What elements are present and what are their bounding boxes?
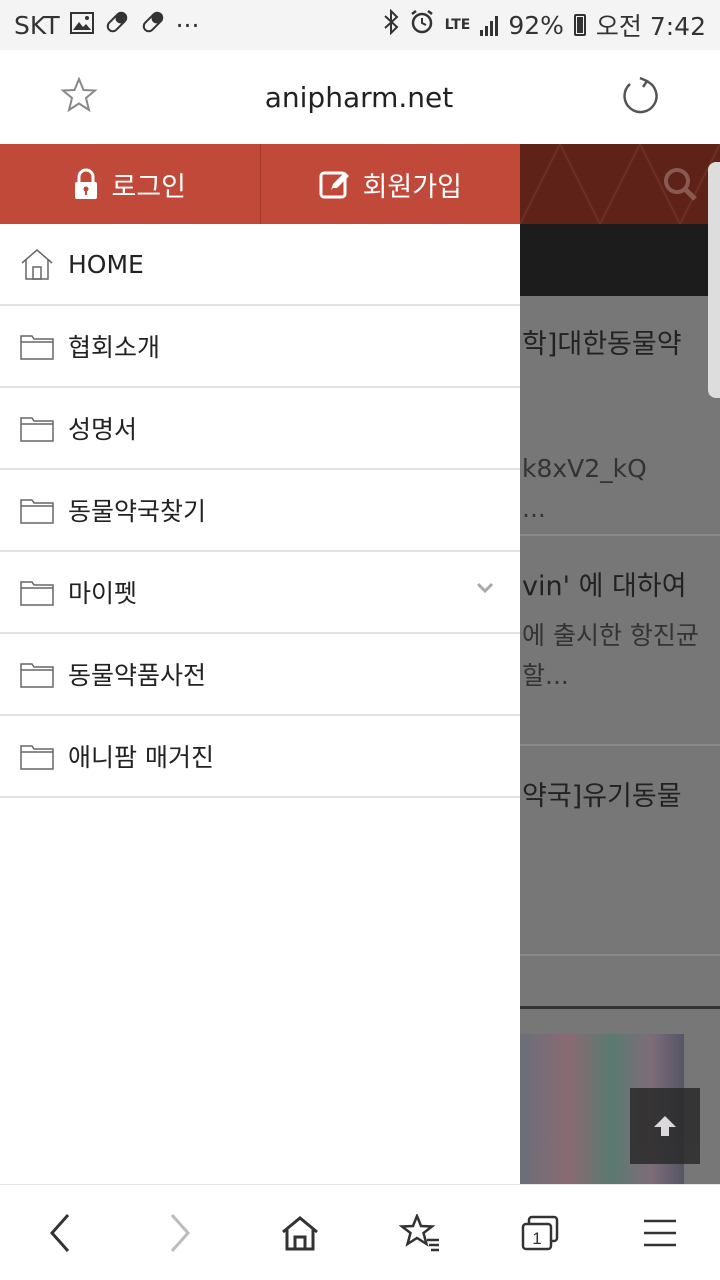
address-bar: anipharm.net — [0, 50, 720, 144]
carrier-label: SKT — [14, 10, 60, 40]
browser-toolbar: 1 — [0, 1184, 720, 1280]
folder-icon — [20, 335, 54, 360]
divider — [520, 744, 720, 746]
login-label: 로그인 — [111, 171, 187, 203]
menu-label: HOME — [68, 249, 144, 279]
home-icon — [282, 1215, 318, 1250]
menu-item-about[interactable]: 협회소개 — [0, 306, 520, 388]
reload-icon[interactable] — [620, 75, 660, 119]
lock-icon — [75, 168, 98, 199]
bookmark-star-icon[interactable] — [60, 76, 98, 117]
signal-icon — [480, 14, 499, 36]
home-button[interactable] — [265, 1198, 335, 1268]
more-notifications: ··· — [175, 10, 200, 40]
gallery-icon — [69, 11, 94, 40]
scroll-to-top-button[interactable] — [630, 1088, 700, 1164]
menu-label: 마이펫 — [68, 579, 138, 608]
folder-icon — [20, 499, 54, 524]
pill-icon — [104, 10, 130, 40]
article-snippet: 할... — [522, 661, 569, 690]
status-bar: SKT ··· LTE 92% 오전 7:42 — [0, 0, 720, 50]
folder-icon — [20, 417, 54, 442]
chevron-down-icon[interactable] — [476, 582, 494, 594]
clock: 오전 7:42 — [595, 12, 706, 41]
side-drawer: 로그인 회원가입 HOME 협회소개 성명서 동물약국찾기 마이펫 동물약품사전… — [0, 144, 520, 1184]
tabs-icon: 1 — [521, 1215, 559, 1250]
signup-button[interactable]: 회원가입 — [259, 144, 521, 224]
status-right: LTE 92% 오전 7:42 — [383, 7, 706, 43]
menu-item-home[interactable]: HOME — [0, 224, 520, 306]
menu-item-find-pharmacy[interactable]: 동물약국찾기 — [0, 470, 520, 552]
arrow-up-icon — [654, 1116, 676, 1136]
pill-icon — [140, 10, 166, 40]
login-button[interactable]: 로그인 — [0, 144, 260, 224]
article-snippet: k8xV2_kQ — [522, 454, 647, 483]
battery-icon — [573, 14, 586, 36]
battery-percent: 92% — [508, 10, 564, 40]
home-icon — [21, 249, 53, 280]
article-title[interactable]: 약국]유기동물 — [522, 774, 682, 813]
menu-item-statements[interactable]: 성명서 — [0, 388, 520, 470]
status-left: SKT ··· — [14, 10, 199, 40]
article-title[interactable]: 학]대한동물약 — [522, 322, 682, 361]
menu-item-mypet[interactable]: 마이펫 — [0, 552, 520, 634]
divider — [520, 954, 720, 956]
bluetooth-icon — [383, 8, 399, 41]
chevron-left-icon — [49, 1213, 70, 1252]
menu-label: 성명서 — [68, 415, 138, 444]
menu-button[interactable] — [625, 1198, 695, 1268]
signup-label: 회원가입 — [362, 171, 462, 203]
edit-icon — [319, 171, 349, 199]
menu-label: 협회소개 — [68, 333, 161, 362]
network-type: LTE — [444, 17, 471, 33]
alarm-icon — [409, 9, 435, 41]
divider — [520, 1006, 720, 1009]
folder-icon — [20, 745, 54, 770]
drawer-header: 로그인 회원가입 — [0, 144, 520, 224]
menu-label: 동물약품사전 — [68, 661, 207, 690]
divider — [520, 534, 720, 536]
menu-label: 동물약국찾기 — [68, 497, 207, 526]
bookmark-list-icon — [399, 1213, 439, 1251]
hamburger-icon — [644, 1219, 676, 1246]
menu-item-magazine[interactable]: 애니팜 매거진 — [0, 716, 520, 798]
chevron-right-icon — [170, 1213, 191, 1252]
folder-icon — [20, 581, 54, 606]
tabs-button[interactable]: 1 — [505, 1198, 575, 1268]
bookmarks-button[interactable] — [385, 1198, 455, 1268]
article-snippet: 에 출시한 항진균 — [522, 621, 699, 650]
folder-icon — [20, 663, 54, 688]
url-field[interactable]: anipharm.net — [265, 81, 454, 114]
article-title[interactable]: vin' 에 대하여 — [522, 564, 687, 603]
search-icon[interactable] — [660, 164, 700, 204]
article-snippet: ... — [522, 494, 546, 523]
scroll-tab[interactable] — [708, 162, 720, 398]
back-button[interactable] — [25, 1198, 95, 1268]
menu-label: 애니팜 매거진 — [68, 743, 214, 772]
forward-button[interactable] — [145, 1198, 215, 1268]
svg-text:1: 1 — [532, 1229, 541, 1248]
menu-item-drug-dictionary[interactable]: 동물약품사전 — [0, 634, 520, 716]
